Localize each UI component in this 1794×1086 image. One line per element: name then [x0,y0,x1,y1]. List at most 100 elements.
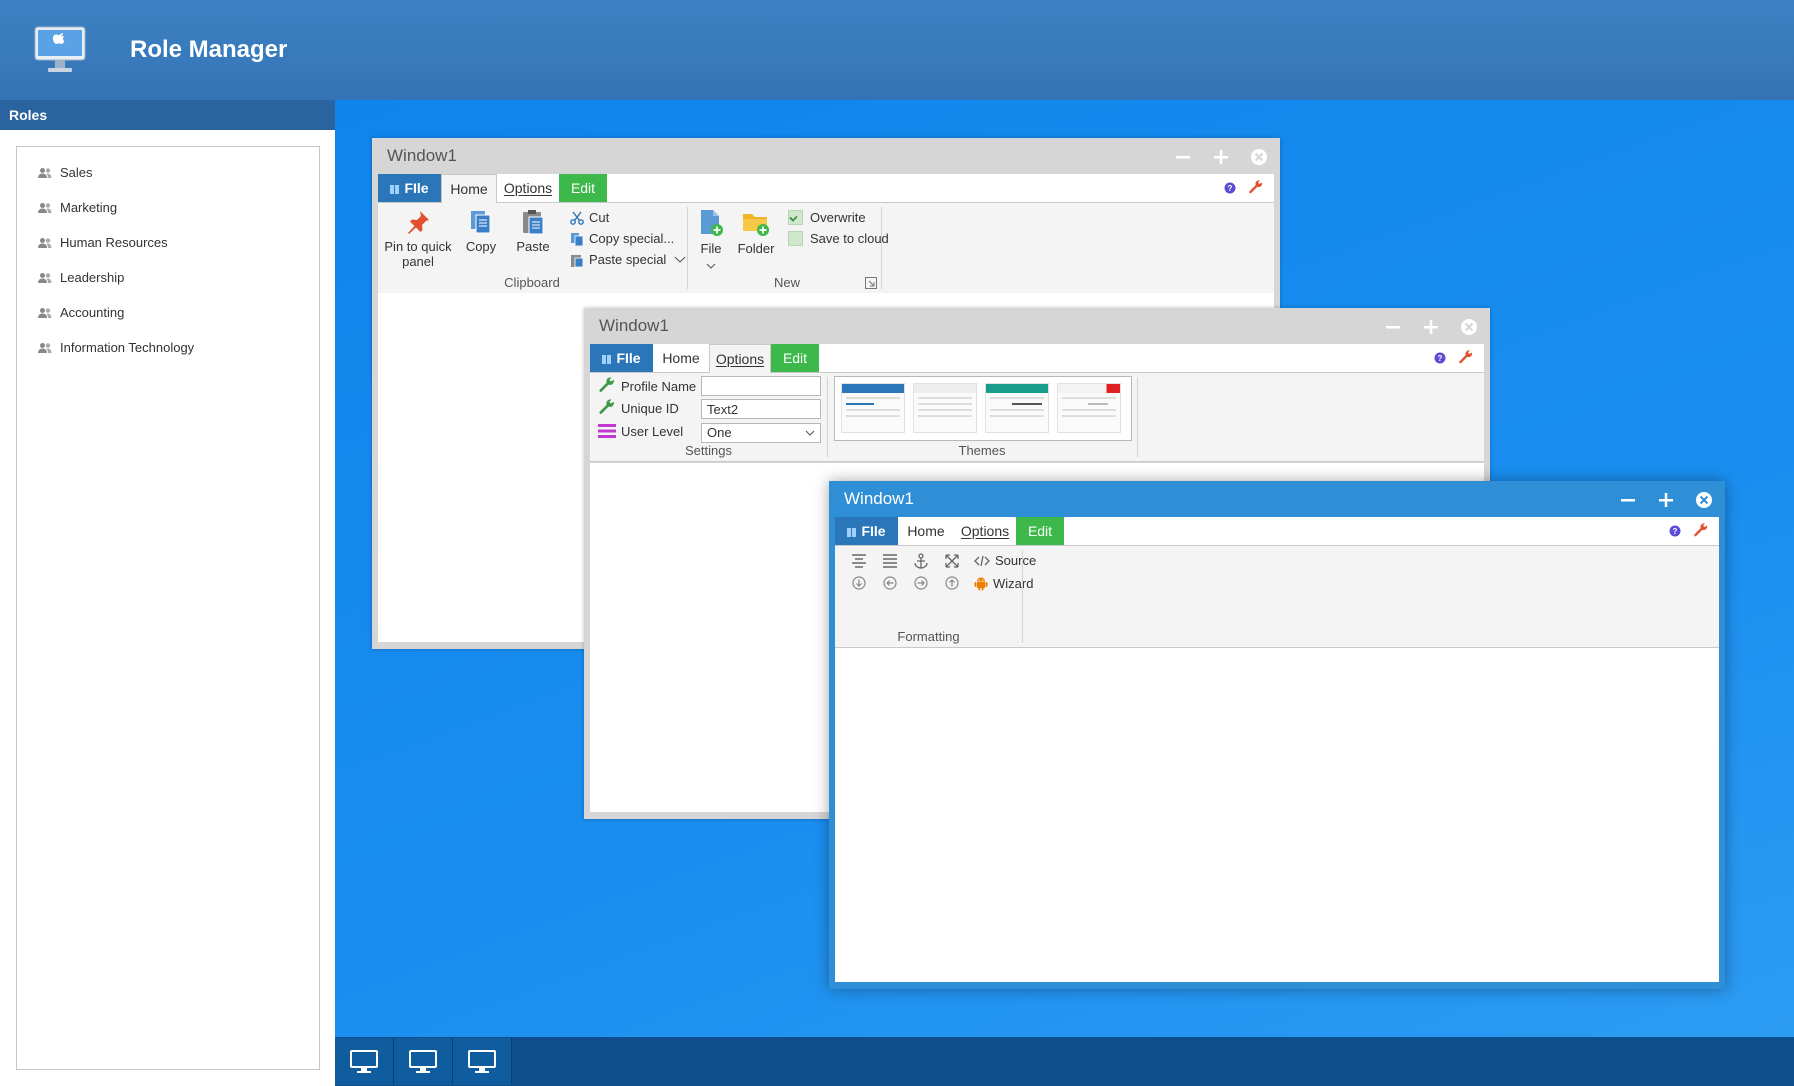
ribbon-tools: ? [1224,180,1264,196]
pin-to-quick-panel-button[interactable]: Pin to quick panel [384,209,452,269]
copy-button[interactable]: Copy [461,209,501,254]
chevron-down-icon[interactable] [705,263,717,271]
theme-thumb-blue[interactable] [841,383,905,433]
tab-options[interactable]: Options [497,174,559,202]
close-icon[interactable] [1458,316,1480,338]
windows-icon [847,528,857,537]
role-item-marketing[interactable]: Marketing [17,190,319,225]
profile-name-input[interactable] [701,376,821,396]
list-icon [598,424,616,438]
minimize-icon[interactable] [1382,316,1404,338]
role-item-sales[interactable]: Sales [17,155,319,190]
user-level-label: User Level [598,423,683,439]
role-label: Leadership [60,270,125,285]
cut-button[interactable]: Cut [570,210,609,225]
sidebar-header: Roles [0,100,335,130]
theme-thumb-light[interactable] [913,383,977,433]
ribbon-tabs: FIle Home Options Edit ? [835,517,1719,546]
dialog-launcher-icon[interactable] [865,277,877,289]
svg-text:?: ? [1228,184,1233,193]
maximize-icon[interactable] [1210,146,1232,168]
wrench-icon[interactable] [1693,523,1709,539]
tab-options[interactable]: Options [709,344,771,373]
minimize-icon[interactable] [1172,146,1194,168]
theme-thumb-teal[interactable] [985,383,1049,433]
windows-icon [602,355,612,364]
copy-special-icon [571,232,584,246]
tab-file[interactable]: FIle [835,517,898,545]
copy-special-button[interactable]: Copy special... [570,231,674,246]
help-icon[interactable]: ? [1224,182,1236,194]
monitor-icon [350,1049,378,1073]
new-file-button[interactable]: File [696,209,726,275]
monitor-icon [409,1049,437,1073]
align-center-icon[interactable] [849,551,869,571]
new-folder-button[interactable]: Folder [734,209,778,256]
window-controls [1382,316,1480,338]
tab-home[interactable]: Home [898,517,954,545]
arrow-left-circle-icon[interactable] [880,573,900,593]
user-level-select[interactable]: One [701,423,821,443]
tab-edit[interactable]: Edit [559,174,607,202]
theme-thumb-red[interactable] [1057,383,1121,433]
unique-id-input[interactable] [701,399,821,419]
wizard-button[interactable]: Wizard [974,576,1033,591]
taskbar-window-button[interactable] [394,1038,453,1085]
wrench-icon [599,377,614,392]
taskbar [335,1037,1794,1086]
pin-icon [408,211,429,234]
expand-icon[interactable] [942,551,962,571]
overwrite-checkbox[interactable]: Overwrite [788,210,866,225]
role-label: Human Resources [60,235,168,250]
android-icon [974,577,988,591]
arrow-right-circle-icon[interactable] [911,573,931,593]
tab-edit[interactable]: Edit [771,344,819,372]
role-item-human-resources[interactable]: Human Resources [17,225,319,260]
wrench-icon[interactable] [1248,180,1264,196]
role-label: Marketing [60,200,118,215]
close-icon[interactable] [1248,146,1270,168]
align-justify-icon[interactable] [880,551,900,571]
source-button[interactable]: Source [974,553,1036,568]
close-icon[interactable] [1693,489,1715,511]
role-item-information-technology[interactable]: Information Technology [17,330,319,365]
window-title: Window1 [844,489,914,508]
tab-edit[interactable]: Edit [1016,517,1064,545]
role-label: Information Technology [60,340,195,355]
tab-home[interactable]: Home [441,174,497,203]
desktop: Window1 FIle Home Options Edit ? Pin to … [335,100,1794,1037]
help-icon[interactable]: ? [1669,525,1681,537]
taskbar-window-button[interactable] [335,1038,394,1085]
ribbon-tabs: FIle Home Options Edit ? [378,174,1274,203]
save-to-cloud-checkbox[interactable]: Save to cloud [788,231,889,246]
maximize-icon[interactable] [1420,316,1442,338]
window-front[interactable]: Window1 FIle Home Options Edit ? Source … [829,481,1725,989]
wrench-icon[interactable] [1458,350,1474,366]
ribbon-tabs: FIle Home Options Edit ? [590,344,1484,373]
chevron-down-icon [674,256,686,263]
tab-file[interactable]: FIle [378,174,441,202]
arrow-down-circle-icon[interactable] [849,573,869,593]
taskbar-window-button[interactable] [453,1038,512,1085]
role-item-accounting[interactable]: Accounting [17,295,319,330]
minimize-icon[interactable] [1617,489,1639,511]
role-label: Accounting [60,305,125,320]
window-content [835,648,1719,982]
role-item-leadership[interactable]: Leadership [17,260,319,295]
svg-text:?: ? [1438,354,1443,363]
paste-special-button[interactable]: Paste special [570,252,691,267]
ribbon-home: Pin to quick panel Copy Paste Cut Copy s… [378,203,1274,294]
copy-icon [471,211,491,234]
paste-special-icon [571,254,584,267]
anchor-icon[interactable] [911,551,931,571]
users-icon [38,307,52,318]
paste-button[interactable]: Paste [511,209,555,254]
maximize-icon[interactable] [1655,489,1677,511]
arrow-up-circle-icon[interactable] [942,573,962,593]
help-icon[interactable]: ? [1434,352,1446,364]
group-label-settings: Settings [685,443,732,458]
tab-home[interactable]: Home [653,344,709,372]
tab-options[interactable]: Options [954,517,1016,545]
tab-file[interactable]: FIle [590,344,653,372]
group-separator [1137,377,1138,457]
